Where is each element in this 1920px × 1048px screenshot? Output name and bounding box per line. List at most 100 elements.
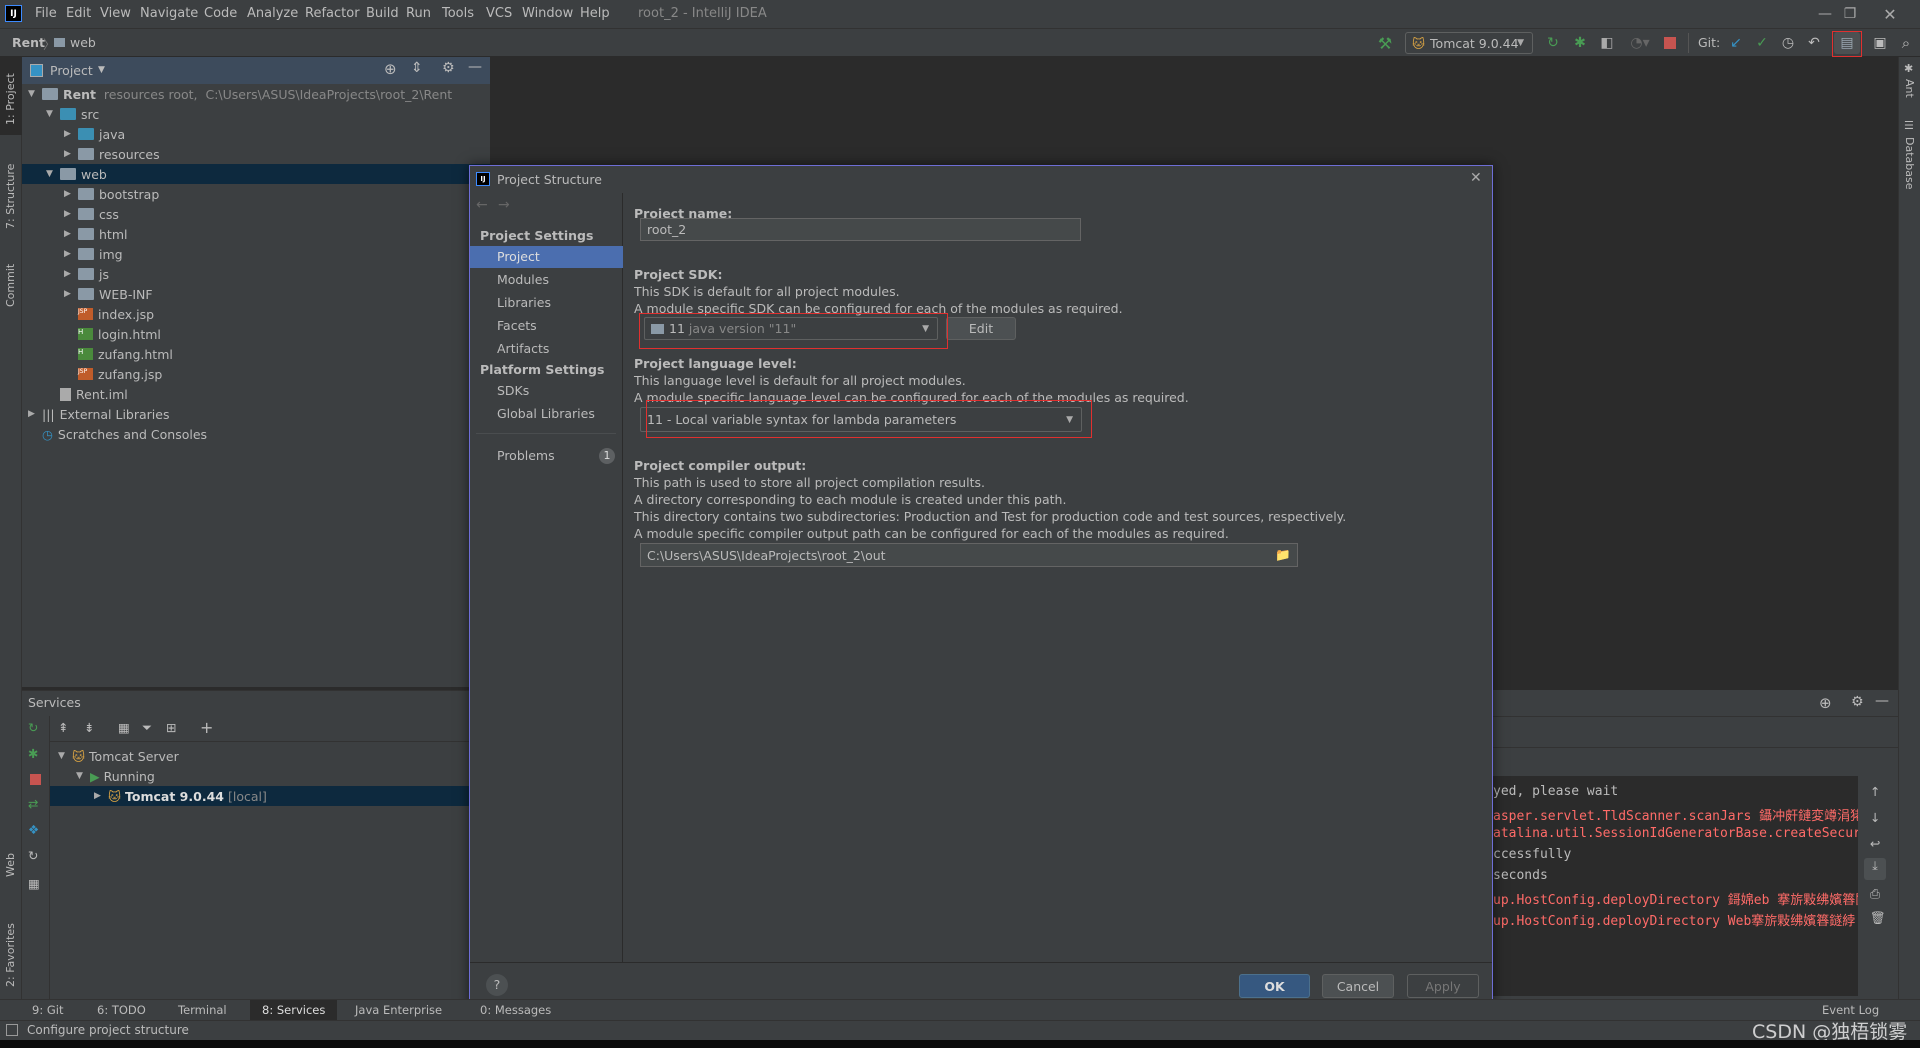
menu-navigate[interactable]: Navigate: [140, 6, 198, 21]
tab-messages[interactable]: 0: Messages: [480, 1003, 551, 1017]
tree-item[interactable]: ▶ WEB-INF: [22, 284, 490, 304]
tree-item[interactable]: ▶ java: [22, 124, 490, 144]
hide-icon[interactable]: —: [468, 59, 482, 75]
menu-analyze[interactable]: Analyze: [247, 6, 298, 21]
down-arrow-icon[interactable]: ↓: [1870, 810, 1880, 825]
git-commit-icon[interactable]: ✓: [1752, 33, 1772, 53]
nav-artifacts[interactable]: Artifacts: [497, 341, 549, 356]
tab-todo[interactable]: 6: TODO: [97, 1003, 146, 1017]
tree-item[interactable]: ▶ resources: [22, 144, 490, 164]
gear-icon[interactable]: ⚙: [1851, 694, 1864, 710]
tool-project[interactable]: 1: Project: [4, 65, 17, 125]
collapsed-arrow-icon[interactable]: ▶: [64, 229, 78, 239]
tree-item[interactable]: ▶ ||| External Libraries: [22, 404, 490, 424]
tree-item[interactable]: ▼ src: [22, 104, 490, 124]
tree-item[interactable]: ▶ js: [22, 264, 490, 284]
locate-icon[interactable]: ⊕: [384, 60, 397, 78]
trash-icon[interactable]: 🗑: [1870, 910, 1886, 926]
tool-favorites[interactable]: 2: Favorites: [4, 907, 17, 987]
tab-git[interactable]: 9: Git: [32, 1003, 63, 1017]
tab-java-enterprise[interactable]: Java Enterprise: [355, 1003, 442, 1017]
git-update-icon[interactable]: ↙: [1726, 33, 1746, 53]
new-tab-icon[interactable]: ⊞: [166, 720, 176, 735]
locate-icon[interactable]: ⊕: [1819, 694, 1832, 712]
nav-libraries[interactable]: Libraries: [497, 295, 551, 310]
print-icon[interactable]: ⎙: [1870, 886, 1880, 902]
help-button[interactable]: ?: [486, 974, 508, 996]
collapsed-arrow-icon[interactable]: ▶: [64, 289, 78, 299]
edit-sdk-button[interactable]: Edit: [946, 317, 1016, 340]
ok-button[interactable]: OK: [1239, 974, 1310, 998]
stop-icon[interactable]: [30, 774, 41, 785]
coverage-icon[interactable]: ◧: [1597, 33, 1617, 53]
status-toggle-icon[interactable]: [6, 1024, 18, 1036]
presentation-icon[interactable]: ▣: [1870, 33, 1890, 53]
tool-database[interactable]: Database: [1903, 137, 1916, 190]
debug-icon[interactable]: ✱: [1570, 33, 1590, 53]
tree-item[interactable]: ◷ Scratches and Consoles: [22, 424, 490, 444]
apply-button[interactable]: Apply: [1407, 974, 1479, 998]
nav-project[interactable]: Project: [497, 249, 540, 264]
debug-icon[interactable]: ✱: [28, 746, 38, 761]
tree-item[interactable]: ▼ web: [22, 164, 490, 184]
tool-commit[interactable]: Commit: [4, 247, 17, 307]
layout-icon[interactable]: ▦: [28, 876, 40, 891]
menu-file[interactable]: File: [35, 6, 57, 21]
menu-refactor[interactable]: Refactor: [305, 6, 360, 21]
close-icon[interactable]: ✕: [1470, 170, 1482, 186]
history-icon[interactable]: ◷: [1778, 33, 1798, 53]
tree-item[interactable]: ▶ img: [22, 244, 490, 264]
menu-run[interactable]: Run: [406, 6, 431, 21]
gear-icon[interactable]: ⚙: [442, 60, 455, 76]
nav-global-libraries[interactable]: Global Libraries: [497, 406, 595, 421]
artifact-icon[interactable]: ❖: [28, 822, 39, 837]
nav-modules[interactable]: Modules: [497, 272, 549, 287]
tree-item[interactable]: Hzufang.html: [22, 344, 490, 364]
profile-icon[interactable]: ◔▾: [1626, 33, 1654, 53]
expanded-arrow-icon[interactable]: ▼: [46, 109, 60, 119]
breadcrumb-web[interactable]: web: [70, 35, 96, 50]
service-tomcat-local[interactable]: ▶ 🐱 Tomcat 9.0.44 [local]: [50, 786, 470, 806]
back-arrow-icon[interactable]: ←: [476, 197, 488, 213]
tree-item[interactable]: ▶ bootstrap: [22, 184, 490, 204]
refresh-icon[interactable]: ↻: [28, 848, 38, 863]
cancel-button[interactable]: Cancel: [1322, 974, 1394, 998]
menu-build[interactable]: Build: [366, 6, 399, 21]
up-arrow-icon[interactable]: ↑: [1870, 784, 1880, 799]
collapsed-arrow-icon[interactable]: ▶: [64, 209, 78, 219]
build-hammer-icon[interactable]: ⚒: [1375, 33, 1395, 53]
collapsed-arrow-icon[interactable]: ▶: [64, 189, 78, 199]
compiler-output-input[interactable]: C:\Users\ASUS\IdeaProjects\root_2\out 📁: [640, 543, 1298, 567]
nav-problems[interactable]: Problems: [497, 448, 555, 463]
event-log-button[interactable]: Event Log: [1822, 1003, 1879, 1017]
collapsed-arrow-icon[interactable]: ▶: [28, 409, 42, 419]
tree-item[interactable]: JSP index.jsp: [22, 304, 490, 324]
service-running[interactable]: ▼ ▶ Running: [50, 766, 470, 786]
expanded-arrow-icon[interactable]: ▼: [46, 169, 60, 179]
menu-window[interactable]: Window: [522, 6, 573, 21]
browse-folder-icon[interactable]: 📁: [1275, 547, 1291, 563]
menu-view[interactable]: View: [100, 6, 131, 21]
rollback-icon[interactable]: ↶: [1804, 33, 1824, 53]
tab-services[interactable]: 8: Services: [250, 1000, 338, 1020]
service-tomcat-server[interactable]: ▼ 🐱 Tomcat Server: [50, 746, 470, 766]
tool-structure[interactable]: 7: Structure: [4, 149, 17, 229]
menu-tools[interactable]: Tools: [442, 6, 474, 21]
close-window-icon[interactable]: ✕: [1875, 4, 1905, 24]
menu-edit[interactable]: Edit: [66, 6, 91, 21]
tool-ant[interactable]: Ant: [1903, 79, 1916, 98]
collapsed-arrow-icon[interactable]: ▶: [64, 249, 78, 259]
collapse-all-icon[interactable]: ⇟: [84, 720, 94, 735]
hide-icon[interactable]: —: [1875, 693, 1889, 709]
soft-wrap-icon[interactable]: ↩: [1870, 836, 1880, 851]
tree-item[interactable]: ▼ Rent resources root, C:\Users\ASUS\Idea…: [22, 84, 490, 104]
console-output[interactable]: yed, please wait asper.servlet.TldScanner…: [1493, 776, 1858, 996]
nav-facets[interactable]: Facets: [497, 318, 537, 333]
rerun-icon[interactable]: ↻: [1543, 33, 1563, 53]
rerun-icon[interactable]: ↻: [28, 720, 38, 735]
expand-all-icon[interactable]: ⇞: [58, 720, 68, 735]
group-icon[interactable]: ▦: [118, 720, 130, 735]
nav-sdks[interactable]: SDKs: [497, 383, 529, 398]
tool-web[interactable]: Web: [4, 837, 17, 877]
restore-icon[interactable]: ❐: [1835, 4, 1865, 24]
